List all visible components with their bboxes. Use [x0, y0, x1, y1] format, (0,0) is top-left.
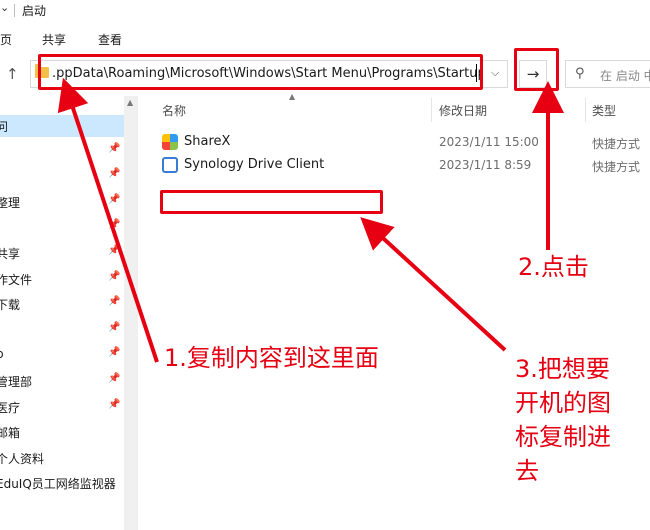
annotation-step3-line: 3.把想要 — [515, 355, 610, 383]
annotation-step3-line: 去 — [515, 457, 539, 485]
annotation-step3-line: 开机的图 — [515, 389, 611, 417]
annotation-step1: 1.复制内容到这里面 — [164, 344, 379, 372]
arrow-step3 — [360, 217, 507, 352]
annotation-step3-line: 标复制进 — [515, 423, 611, 451]
arrow-step1 — [57, 77, 159, 363]
annotation-step2: 2.点击 — [518, 253, 589, 281]
annotation-step3: 3.把想要 开机的图 标复制进 去 — [515, 352, 611, 488]
